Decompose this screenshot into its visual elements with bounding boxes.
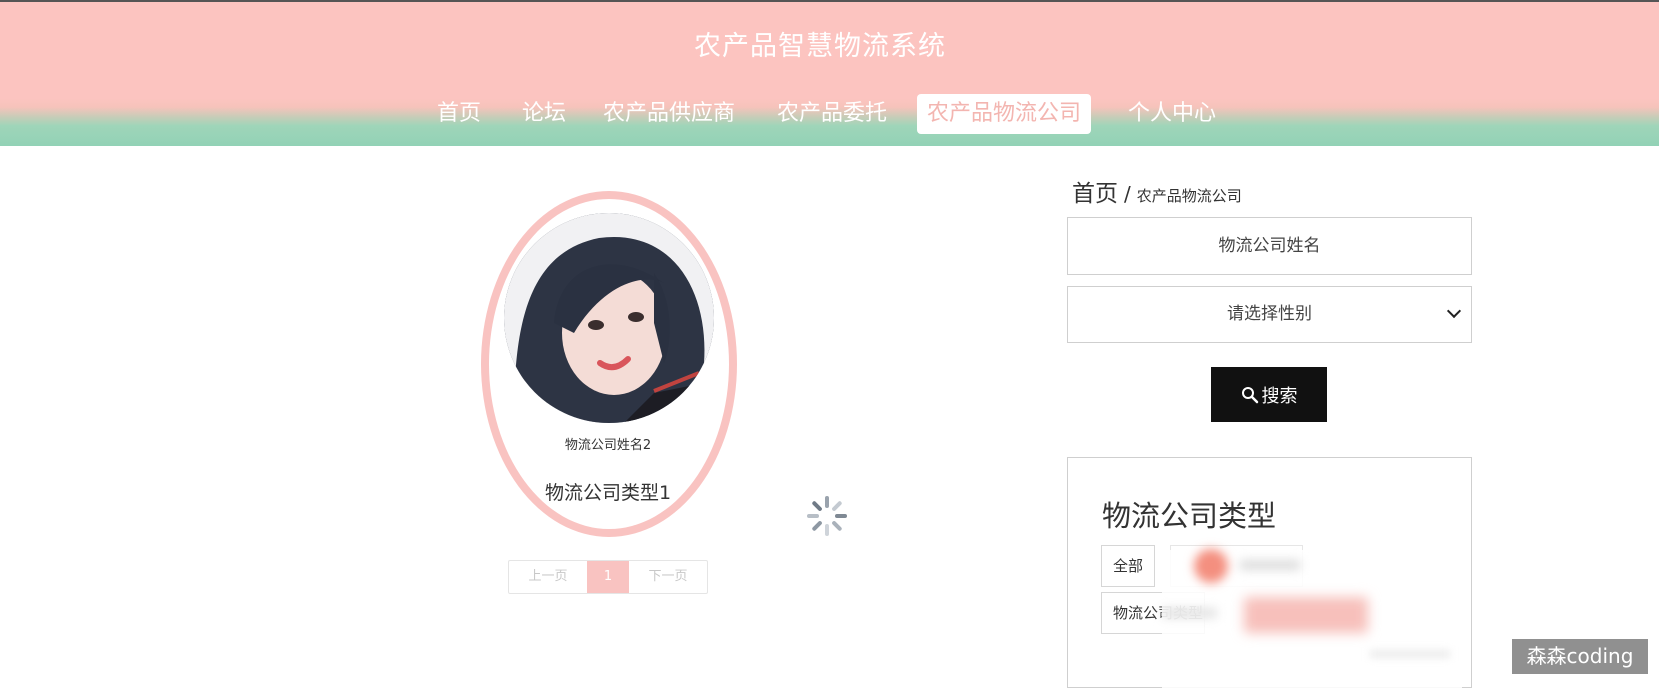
breadcrumb: 首页 / 农产品物流公司 — [1072, 174, 1242, 208]
site-title: 农产品智慧物流系统 — [694, 31, 946, 62]
pagination-page-current[interactable]: 1 — [587, 561, 629, 593]
company-name: 物流公司姓名2 — [564, 438, 652, 453]
company-avatar[interactable] — [504, 213, 714, 423]
pagination: 上一页 1 下一页 — [508, 560, 708, 594]
company-type: 物流公司类型1 — [544, 482, 672, 504]
blurred-text — [1370, 650, 1450, 658]
gender-select[interactable]: 请选择性别 — [1067, 286, 1472, 343]
nav-item-logistics-companies[interactable]: 农产品物流公司 — [917, 94, 1092, 134]
breadcrumb-current: 农产品物流公司 — [1136, 187, 1242, 205]
main-nav: 首页 论坛 农产品供应商 农产品委托 农产品物流公司 个人中心 — [0, 94, 1659, 134]
breadcrumb-home-link[interactable]: 首页 — [1072, 181, 1118, 207]
blurred-text — [1240, 560, 1300, 570]
nav-item-forum[interactable]: 论坛 — [522, 94, 566, 134]
nav-item-commissions[interactable]: 农产品委托 — [777, 94, 887, 134]
nav-item-suppliers[interactable]: 农产品供应商 — [603, 94, 735, 134]
type-filter-chip-all[interactable]: 全部 — [1101, 545, 1156, 587]
pagination-next-button[interactable]: 下一页 — [629, 561, 707, 593]
nav-item-personal-center[interactable]: 个人中心 — [1128, 94, 1216, 134]
nav-item-home[interactable]: 首页 — [437, 94, 481, 134]
avatar-portrait-image — [504, 213, 714, 423]
type-filter-title: 物流公司类型 — [1102, 499, 1277, 533]
blurred-avatar-dot — [1194, 549, 1228, 583]
blurred-text — [1162, 608, 1217, 618]
watermark: 森森coding — [1512, 639, 1648, 674]
search-icon — [1241, 386, 1258, 403]
breadcrumb-separator: / — [1124, 182, 1131, 206]
search-button-label: 搜索 — [1261, 385, 1298, 407]
blurred-pink-button — [1244, 597, 1368, 633]
company-name-search-input[interactable] — [1067, 217, 1472, 275]
gender-select-value: 请选择性别 — [1227, 304, 1312, 324]
pagination-prev-button[interactable]: 上一页 — [509, 561, 587, 593]
site-header: 农产品智慧物流系统 首页 论坛 农产品供应商 农产品委托 农产品物流公司 个人中… — [0, 2, 1659, 146]
loading-spinner-icon — [807, 496, 847, 536]
search-button[interactable]: 搜索 — [1211, 367, 1327, 422]
